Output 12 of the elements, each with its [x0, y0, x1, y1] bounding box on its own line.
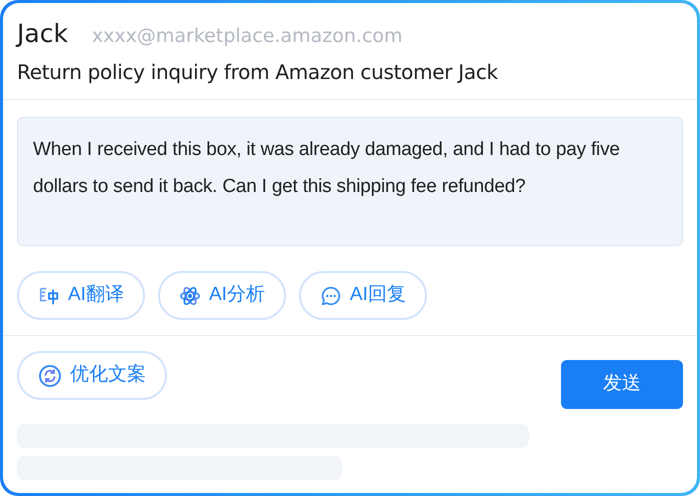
optimize-copy-button[interactable]: 优化文案 [17, 351, 167, 400]
chat-bubble-icon [320, 284, 342, 306]
atom-icon [178, 284, 201, 306]
message-text: When I received this box, it was already damaged, and I had to pay five dollars to send it back. Can I get this shipping fee refunded? [17, 117, 683, 246]
sender-email: xxxx@marketplace.amazon.com [92, 24, 403, 49]
ai-action-button[interactable]: AI分析 [158, 271, 286, 320]
sender-name: Jack [17, 18, 68, 50]
ai-action-button[interactable]: AI回复 [298, 271, 427, 320]
send-button[interactable]: 发送 [561, 360, 683, 409]
email-subject: Return policy inquiry from Amazon customer Jack [17, 59, 499, 86]
ai-action-button[interactable]: AI翻译 [17, 271, 145, 320]
refresh-icon [38, 364, 62, 388]
